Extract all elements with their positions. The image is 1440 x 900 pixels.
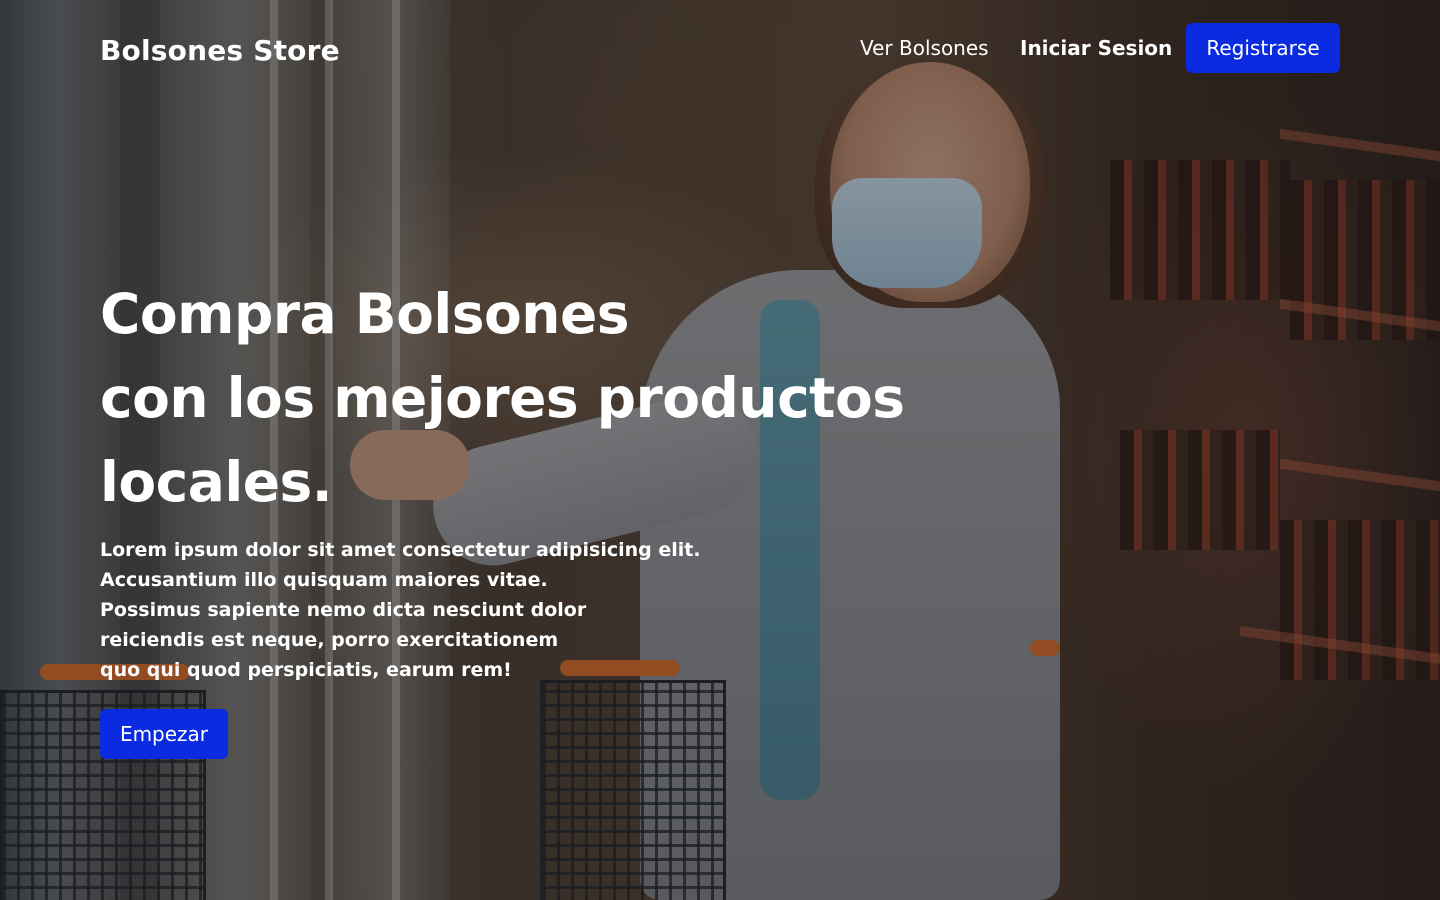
navbar: Bolsones Store Ver Bolsones Iniciar Sesi… xyxy=(0,0,1440,100)
hero-description-line: Accusantium illo quisquam maiores vitae. xyxy=(100,569,548,591)
hero-description: Lorem ipsum dolor sit amet consectetur a… xyxy=(100,535,701,685)
hero-description-line: Possimus sapiente nemo dicta nesciunt do… xyxy=(100,599,587,621)
hero-title-line: Compra Bolsones xyxy=(100,282,629,346)
brand-logo[interactable]: Bolsones Store xyxy=(100,34,340,67)
hero-description-line: reiciendis est neque, porro exercitation… xyxy=(100,629,559,651)
nav-iniciar-sesion[interactable]: Iniciar Sesion xyxy=(1020,36,1172,60)
hero-description-line: quo qui quod perspiciatis, earum rem! xyxy=(100,659,512,681)
nav-ver-bolsones[interactable]: Ver Bolsones xyxy=(860,36,989,60)
hero-description-line: Lorem ipsum dolor sit amet consectetur a… xyxy=(100,539,701,561)
hero-title-line: locales. xyxy=(100,450,333,514)
hero-title: Compra Bolsones con los mejores producto… xyxy=(100,272,905,524)
register-button[interactable]: Registrarse xyxy=(1186,23,1340,73)
hero-title-line: con los mejores productos xyxy=(100,366,905,430)
empezar-button[interactable]: Empezar xyxy=(100,709,228,759)
